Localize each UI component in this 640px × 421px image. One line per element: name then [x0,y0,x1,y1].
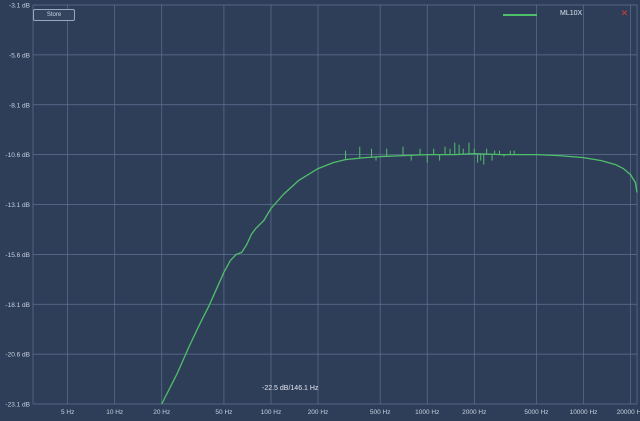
x-tick-label: 200 Hz [308,409,329,416]
y-tick-label: -23.1 dB [5,402,30,409]
x-tick-label: 1000 Hz [415,409,439,416]
y-tick-label: -15.6 dB [5,252,30,259]
y-tick-label: -18.1 dB [5,302,30,309]
y-tick-label: -5.6 dB [9,52,30,59]
frequency-response-chart[interactable]: -3.1 dB -5.6 dB -8.1 dB -10.6 dB -13.1 dB -15… [0,0,640,421]
x-tick-label: 10 Hz [106,409,123,416]
x-tick-label: 10000 Hz [570,409,598,416]
x-tick-label: 100 Hz [261,409,282,416]
x-tick-label: 50 Hz [215,409,232,416]
x-tick-label: 20 Hz [153,409,170,416]
y-tick-label: -10.6 dB [5,152,30,159]
y-tick-label: -8.1 dB [9,102,30,109]
close-icon[interactable]: ✕ [620,9,629,18]
x-tick-label: 2000 Hz [462,409,486,416]
x-tick-label: 500 Hz [370,409,391,416]
legend-label-ml10x[interactable]: ML10X [560,10,582,17]
chart-background [0,0,640,421]
cursor-readout: -22.5 dB/146.1 Hz [262,385,319,392]
y-tick-label: -13.1 dB [5,202,30,209]
x-tick-label: 20000 Hz [617,409,640,416]
store-button[interactable]: Store [33,9,75,21]
x-tick-label: 5 Hz [61,409,74,416]
y-tick-label: -3.1 dB [9,3,30,10]
y-tick-label: -20.6 dB [5,352,30,359]
legend-swatch-ml10x[interactable] [503,14,537,16]
x-tick-label: 5000 Hz [524,409,548,416]
